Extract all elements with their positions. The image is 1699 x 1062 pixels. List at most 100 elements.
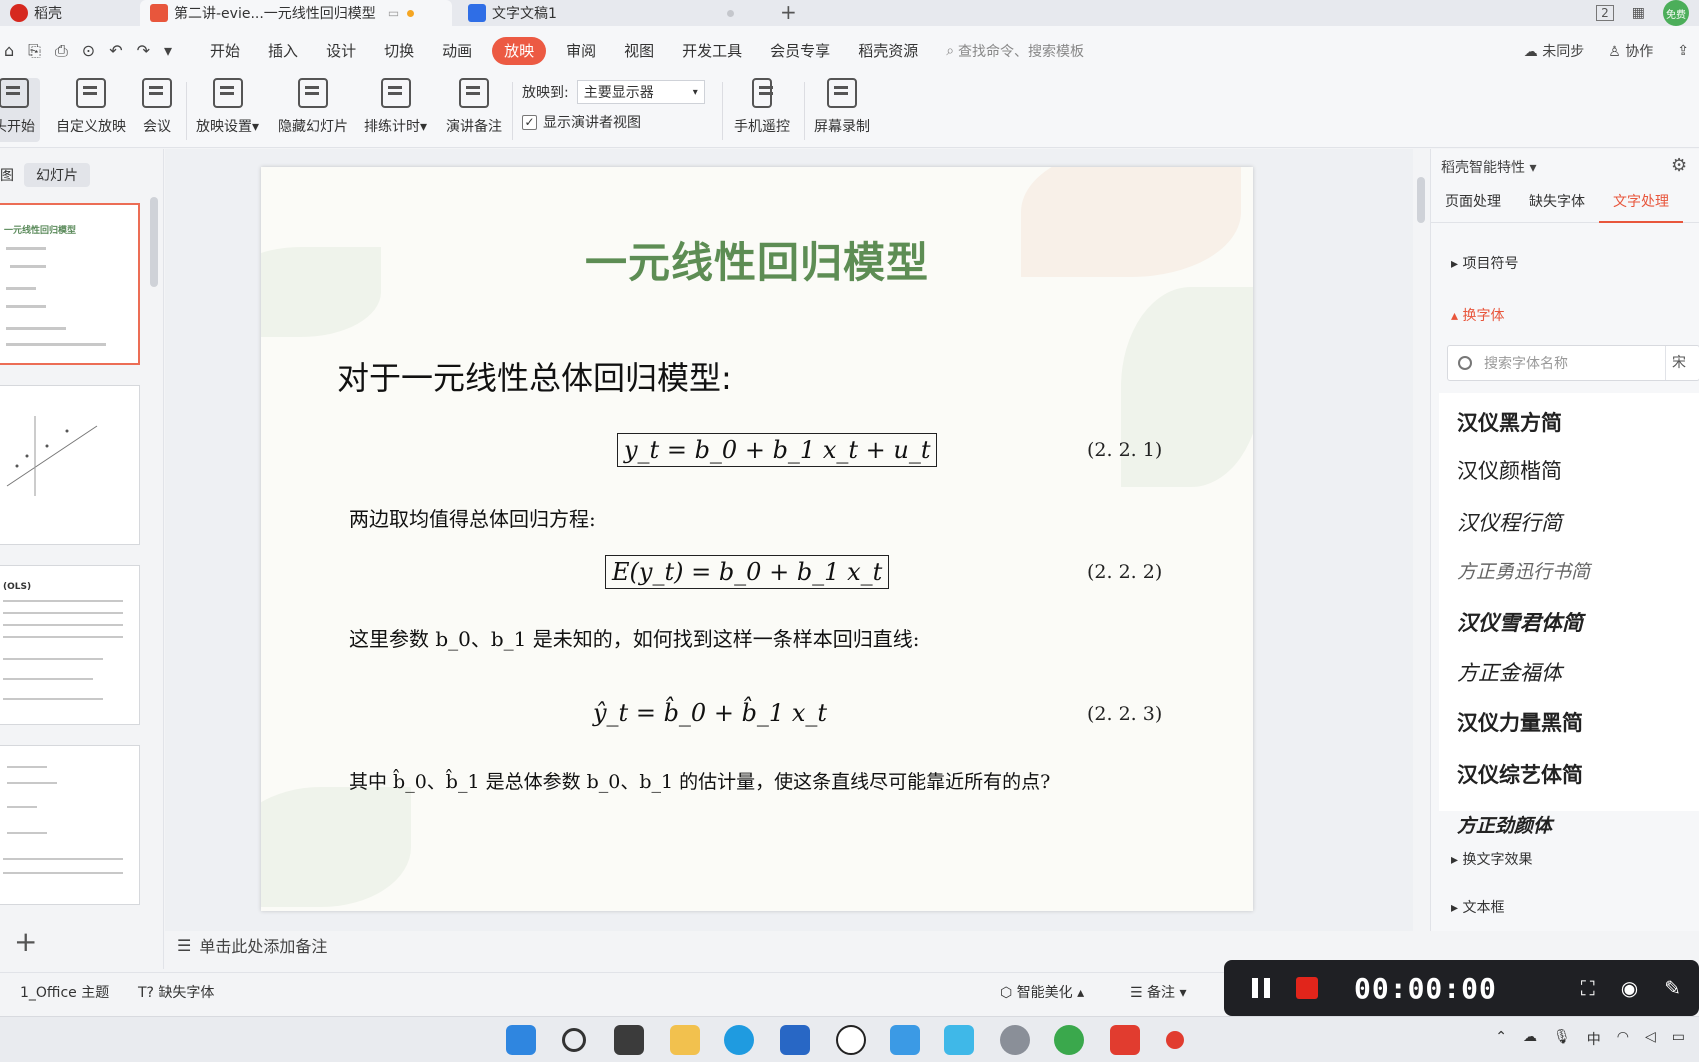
hide-slide-button[interactable]: 隐藏幻灯片 <box>278 78 348 136</box>
app-tianyi-icon[interactable] <box>890 1025 920 1055</box>
wifi-icon[interactable]: ◠ <box>1617 1029 1629 1049</box>
wps-icon[interactable] <box>1110 1025 1140 1055</box>
meeting-button[interactable]: 会议 <box>142 78 172 136</box>
bilibili-icon[interactable] <box>944 1025 974 1055</box>
theme-name[interactable]: 1_Office 主题 <box>20 982 109 1002</box>
volume-icon[interactable]: ◁ <box>1645 1029 1656 1049</box>
display-select[interactable]: 主要显示器 ▾ <box>576 80 705 104</box>
menu-design[interactable]: 设计 <box>312 37 370 65</box>
grid-icon[interactable]: ▦ <box>1632 5 1645 21</box>
font-item[interactable]: 汉仪颜楷简 <box>1457 455 1562 485</box>
custom-show-button[interactable]: 自定义放映 <box>56 78 126 136</box>
screen-record-button[interactable]: 屏幕录制 <box>814 78 870 136</box>
store-icon[interactable] <box>780 1025 810 1055</box>
globe-icon[interactable] <box>1000 1025 1030 1055</box>
print-icon[interactable]: ⎙ <box>55 41 68 61</box>
smart-beautify-button[interactable]: ⬡ 智能美化 ▴ <box>1000 982 1084 1002</box>
search-icon[interactable] <box>562 1028 586 1052</box>
ime-indicator[interactable]: 中 <box>1587 1029 1601 1049</box>
screenshot-region-icon[interactable]: ⛶ <box>1581 976 1595 1000</box>
task-view-icon[interactable] <box>614 1025 644 1055</box>
font-filter[interactable]: 宋 <box>1665 346 1699 380</box>
pen-icon[interactable]: ✎ <box>1664 976 1681 1000</box>
file-explorer-icon[interactable] <box>670 1025 700 1055</box>
export-icon[interactable]: ⎘ <box>28 41 41 61</box>
recorder-app-icon[interactable] <box>1166 1031 1184 1049</box>
section-change-font[interactable]: ▴ 换字体 <box>1451 305 1504 325</box>
start-from-beginning-button[interactable]: 从头开始 <box>0 78 40 142</box>
notes-toggle-button[interactable]: ☰ 备注 ▾ <box>1130 982 1187 1002</box>
presenter-view-toggle[interactable]: ✓ 显示演讲者视图 <box>522 112 641 132</box>
section-textbox[interactable]: ▸ 文本框 <box>1451 897 1504 917</box>
onedrive-icon[interactable]: ☁ <box>1523 1029 1537 1049</box>
menu-transition[interactable]: 切换 <box>370 37 428 65</box>
speaker-notes-button[interactable]: 演讲备注 <box>446 78 502 136</box>
menu-start[interactable]: 开始 <box>196 37 254 65</box>
menu-animation[interactable]: 动画 <box>428 37 486 65</box>
font-item[interactable]: 汉仪程行简 <box>1457 507 1562 537</box>
thumbnails-scrollbar[interactable] <box>150 197 158 287</box>
slide-thumbnail-1[interactable]: 一元线性回归模型 <box>0 203 140 365</box>
preview-icon[interactable]: ⊙ <box>82 41 95 61</box>
tab-document[interactable]: 文字文稿1 <box>458 0 758 26</box>
menu-developer[interactable]: 开发工具 <box>668 37 756 65</box>
tab-text-processing[interactable]: 文字处理 <box>1599 189 1683 223</box>
font-search-input[interactable]: 搜索字体名称 宋 <box>1447 345 1699 381</box>
add-slide-button[interactable]: + <box>14 925 37 958</box>
font-item[interactable]: 汉仪力量黑简 <box>1457 707 1583 737</box>
tab-presentation[interactable]: 第二讲-evie...一元线性回归模型 ▭ <box>140 0 452 26</box>
panel-header[interactable]: 稻壳智能特性 ▾ <box>1441 157 1536 177</box>
share-icon[interactable]: ⇪ <box>1677 43 1689 59</box>
undo-icon[interactable]: ↶ <box>109 41 122 61</box>
pause-icon[interactable] <box>1252 978 1270 998</box>
camera-icon[interactable]: ◉ <box>1621 976 1638 1000</box>
new-tab-button[interactable]: + <box>780 0 797 26</box>
tab-outline[interactable]: 图 <box>0 165 14 185</box>
tab-page-processing[interactable]: 页面处理 <box>1431 189 1515 223</box>
edge-icon[interactable] <box>724 1025 754 1055</box>
windows-start-icon[interactable] <box>506 1025 536 1055</box>
tab-missing-font[interactable]: 缺失字体 <box>1515 189 1599 223</box>
ie-browser-icon[interactable] <box>1054 1025 1084 1055</box>
more-icon[interactable]: ▾ <box>164 41 172 61</box>
avatar[interactable]: 免费 <box>1663 0 1689 26</box>
font-item[interactable]: 汉仪综艺体简 <box>1457 759 1583 789</box>
menu-review[interactable]: 审阅 <box>552 37 610 65</box>
dell-icon[interactable] <box>836 1025 866 1055</box>
checkbox-checked-icon[interactable]: ✓ <box>522 114 537 130</box>
scrollbar-thumb[interactable] <box>1417 177 1425 223</box>
show-settings-button[interactable]: 放映设置▾ <box>196 78 259 136</box>
tab-close-dot-icon[interactable] <box>726 9 734 17</box>
menu-view[interactable]: 视图 <box>610 37 668 65</box>
font-item[interactable]: 方正劲颜体 <box>1457 811 1552 838</box>
stop-record-icon[interactable] <box>1296 977 1318 999</box>
section-text-effects[interactable]: ▸ 换文字效果 <box>1451 849 1532 869</box>
sync-button[interactable]: ☁ 未同步 <box>1524 41 1584 61</box>
home-icon[interactable]: ⌂ <box>4 41 14 61</box>
battery-icon[interactable]: ▭ <box>1672 1029 1685 1049</box>
font-item[interactable]: 汉仪雪君体简 <box>1457 607 1583 637</box>
menu-insert[interactable]: 插入 <box>254 37 312 65</box>
phone-remote-button[interactable]: 手机遥控 <box>734 78 790 136</box>
redo-icon[interactable]: ↷ <box>137 41 150 61</box>
slide-scrollbar[interactable] <box>1413 149 1429 931</box>
microphone-icon[interactable]: 🎙 <box>1553 1029 1571 1049</box>
gear-icon[interactable]: ⚙ <box>1671 155 1687 176</box>
missing-font-status[interactable]: T? 缺失字体 <box>138 982 214 1002</box>
menu-slideshow[interactable]: 放映 <box>492 37 547 65</box>
chevron-up-icon[interactable]: ⌃ <box>1495 1029 1507 1049</box>
rehearse-button[interactable]: 排练计时▾ <box>364 78 427 136</box>
tab-home[interactable]: 稻壳 <box>0 0 140 26</box>
font-item[interactable]: 方正勇迅行书简 <box>1457 557 1590 584</box>
section-bullets[interactable]: ▸ 项目符号 <box>1451 253 1518 273</box>
tab-slides[interactable]: 幻灯片 <box>24 163 90 187</box>
menu-member[interactable]: 会员专享 <box>756 37 844 65</box>
slide-canvas[interactable]: 一元线性回归模型 对于一元线性总体回归模型: y_t = b_0 + b_1 x… <box>261 167 1253 911</box>
font-item[interactable]: 方正金福体 <box>1457 657 1562 687</box>
menu-docer[interactable]: 稻壳资源 <box>844 37 932 65</box>
slide-thumbnail-3[interactable]: (OLS) <box>0 565 140 725</box>
notes-area[interactable]: ☰ 单击此处添加备注 <box>177 933 327 957</box>
slide-thumbnail-2[interactable] <box>0 385 140 545</box>
font-item[interactable]: 汉仪黑方简 <box>1457 407 1562 437</box>
command-search[interactable]: ⌕ 查找命令、搜索模板 <box>946 41 1084 61</box>
